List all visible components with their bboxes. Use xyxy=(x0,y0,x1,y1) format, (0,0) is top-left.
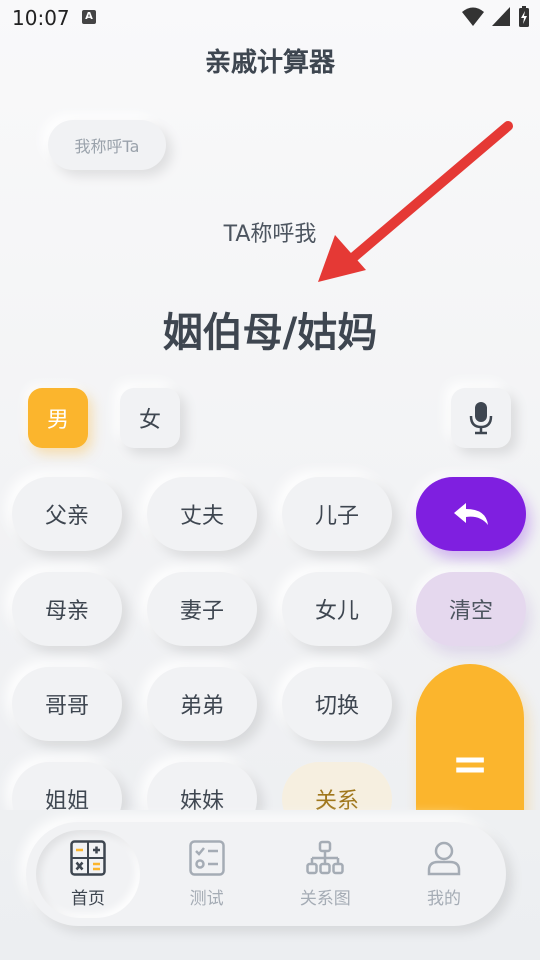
tab-home-label: 首页 xyxy=(71,888,105,909)
result-text: 姻伯母/姑妈 xyxy=(162,310,378,356)
key-elder-brother[interactable]: 哥哥 xyxy=(12,667,122,741)
red-arrow-annotation xyxy=(318,121,513,282)
calculator-icon xyxy=(70,839,106,876)
undo-arrow-icon xyxy=(454,503,488,525)
key-husband[interactable]: 丈夫 xyxy=(147,477,257,551)
key-younger-brother[interactable]: 弟弟 xyxy=(147,667,257,741)
male-button[interactable]: 男 xyxy=(28,388,88,448)
tab-home[interactable]: 首页 xyxy=(36,830,140,918)
microphone-icon xyxy=(469,402,493,435)
bottom-tab-bar: 首页 测试 关系图 我的 xyxy=(26,822,506,926)
key-mother[interactable]: 母亲 xyxy=(12,572,122,646)
key-daughter[interactable]: 女儿 xyxy=(282,572,392,646)
tab-profile-label: 我的 xyxy=(426,888,461,909)
tab-profile[interactable]: 我的 xyxy=(392,830,496,918)
tab-test-label: 测试 xyxy=(189,888,224,909)
person-icon xyxy=(427,841,461,875)
key-son[interactable]: 儿子 xyxy=(282,477,392,551)
female-button[interactable]: 女 xyxy=(120,388,180,448)
tab-test[interactable]: 测试 xyxy=(155,830,259,918)
key-father[interactable]: 父亲 xyxy=(12,477,122,551)
tree-icon xyxy=(306,840,345,874)
checklist-icon xyxy=(188,839,225,876)
backspace-button[interactable] xyxy=(416,477,526,551)
clear-button[interactable]: 清空 xyxy=(416,572,526,646)
key-wife[interactable]: 妻子 xyxy=(147,572,257,646)
switch-button[interactable]: 切换 xyxy=(282,667,392,741)
voice-input-button[interactable] xyxy=(451,388,511,448)
tab-relation-chart-label: 关系图 xyxy=(299,888,351,909)
tab-relation-chart[interactable]: 关系图 xyxy=(273,830,377,918)
